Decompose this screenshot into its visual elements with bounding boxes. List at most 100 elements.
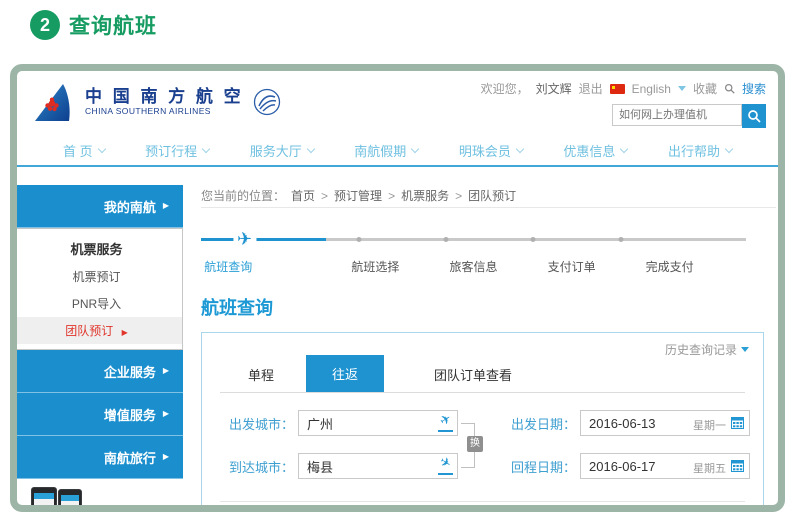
trip-type-tabs: 单程 往返 团队订单查看 bbox=[220, 355, 745, 393]
nav-label: 预订行程 bbox=[145, 141, 197, 160]
breadcrumb-group-booking[interactable]: 团队预订 bbox=[468, 185, 516, 207]
nav-label: 优惠信息 bbox=[563, 141, 615, 160]
plane-takeoff-icon: ✈ bbox=[440, 413, 451, 426]
step-dot bbox=[357, 237, 362, 242]
sidebar-item-corporate[interactable]: 企业服务 ▶ bbox=[17, 350, 183, 393]
breadcrumb-separator: > bbox=[321, 185, 328, 207]
chevron-down-icon bbox=[307, 144, 315, 152]
arrow-right-icon: ▶ bbox=[122, 328, 128, 337]
search-icon bbox=[747, 109, 761, 123]
nav-item-home[interactable]: 首 页 bbox=[63, 141, 105, 160]
tailfin-logo-icon bbox=[31, 81, 77, 123]
chevron-down-icon bbox=[516, 144, 524, 152]
return-date-value: 2016-06-17 bbox=[589, 459, 656, 474]
welcome-text: 欢迎您， bbox=[481, 80, 529, 97]
breadcrumb: 您当前的位置： 首页 > 预订管理 > 机票服务 > 团队预订 bbox=[201, 185, 776, 208]
progress-steps: ✈ 航班查询 航班选择 旅客信息 支付订单 完成支付 bbox=[201, 228, 746, 278]
calendar-icon[interactable] bbox=[731, 417, 744, 429]
sidebar-item-value-added[interactable]: 增值服务 ▶ bbox=[17, 393, 183, 436]
header-utility-area: 欢迎您， 刘文辉 退出 English 收藏 搜索 bbox=[481, 80, 766, 128]
username-link[interactable]: 刘文辉 bbox=[536, 80, 572, 97]
return-date-input[interactable]: 2016-06-17 星期五 bbox=[580, 453, 750, 479]
depart-date-row: 出发日期： 2016-06-13 星期一 bbox=[502, 409, 750, 437]
page-title: 航班查询 bbox=[201, 294, 778, 320]
plane-icon: ✈ bbox=[233, 228, 256, 250]
sidebar-item-label: 南航旅行 bbox=[104, 448, 156, 467]
sidebar-item-my-csair[interactable]: 我的南航 ▶ bbox=[17, 185, 183, 228]
annotation-caption: 2 查询航班 bbox=[30, 10, 157, 40]
main-content: 您当前的位置： 首页 > 预订管理 > 机票服务 > 团队预订 ✈ 航班查询 航… bbox=[183, 185, 778, 512]
return-weekday: 星期五 bbox=[693, 460, 726, 476]
favorites-link[interactable]: 收藏 bbox=[693, 80, 717, 97]
depart-date-input[interactable]: 2016-06-13 星期一 bbox=[580, 410, 750, 436]
nav-label: 出行帮助 bbox=[668, 141, 720, 160]
tab-one-way[interactable]: 单程 bbox=[230, 357, 292, 392]
chevron-down-icon bbox=[97, 144, 105, 152]
sidebar-item-label: 企业服务 bbox=[104, 362, 156, 381]
depart-city-row: 出发城市： ✈ bbox=[220, 409, 458, 437]
logout-link[interactable]: 退出 bbox=[579, 80, 603, 97]
nav-item-pearl-member[interactable]: 明珠会员 bbox=[459, 141, 523, 160]
search-input[interactable] bbox=[612, 104, 742, 126]
search-link[interactable]: 搜索 bbox=[742, 80, 766, 97]
screenshot-frame: 中 国 南 方 航 空 CHINA SOUTHERN AIRLINES 欢迎您，… bbox=[10, 64, 785, 512]
nav-label: 明珠会员 bbox=[459, 141, 511, 160]
language-switch[interactable]: English bbox=[632, 82, 671, 96]
caret-down-icon[interactable] bbox=[678, 86, 686, 91]
form-divider bbox=[220, 501, 745, 502]
breadcrumb-booking-mgmt[interactable]: 预订管理 bbox=[334, 185, 382, 207]
step-dot bbox=[444, 237, 449, 242]
query-form: 出发城市： ✈ 到达城市： bbox=[220, 409, 745, 495]
clipped-input[interactable] bbox=[320, 507, 462, 512]
step-payment-done: 完成支付 bbox=[646, 258, 694, 275]
phone-screen bbox=[34, 493, 54, 512]
nav-item-holidays[interactable]: 南航假期 bbox=[354, 141, 418, 160]
calendar-icon[interactable] bbox=[731, 460, 744, 472]
csair-logo[interactable]: 中 国 南 方 航 空 CHINA SOUTHERN AIRLINES bbox=[31, 81, 282, 123]
chevron-down-icon bbox=[725, 144, 733, 152]
flyout-item-label: 团队预订 bbox=[65, 324, 113, 338]
flyout-item-ticket-booking[interactable]: 机票预订 bbox=[11, 263, 182, 290]
arrive-city-input[interactable] bbox=[298, 453, 458, 479]
sidebar-item-travel[interactable]: 南航旅行 ▶ bbox=[17, 436, 183, 479]
caret-down-icon bbox=[741, 347, 749, 352]
step-number-badge: 2 bbox=[30, 10, 60, 40]
depart-city-input[interactable] bbox=[298, 410, 458, 436]
tab-round-trip[interactable]: 往返 bbox=[306, 355, 384, 392]
nav-item-booking[interactable]: 预订行程 bbox=[145, 141, 209, 160]
sidebar-flyout-menu: 机票服务 机票预订 PNR导入 团队预订 ▶ bbox=[10, 228, 183, 350]
nav-item-travel-help[interactable]: 出行帮助 bbox=[668, 141, 732, 160]
depart-city-wrap: ✈ bbox=[298, 410, 458, 436]
step-flight-select: 航班选择 bbox=[351, 258, 399, 275]
sidebar-item-label: 我的南航 bbox=[104, 197, 156, 216]
nav-item-promotions[interactable]: 优惠信息 bbox=[563, 141, 627, 160]
arrive-city-wrap: ✈ bbox=[298, 453, 458, 479]
breadcrumb-separator: > bbox=[388, 185, 395, 207]
sidebar-item-label: 增值服务 bbox=[104, 405, 156, 424]
search-button[interactable] bbox=[742, 104, 766, 128]
breadcrumb-ticket-service[interactable]: 机票服务 bbox=[401, 185, 449, 207]
swap-cities-button[interactable]: 换 bbox=[467, 436, 483, 452]
flyout-item-pnr-import[interactable]: PNR导入 bbox=[11, 290, 182, 317]
plane-landing-icon: ✈ bbox=[440, 456, 451, 469]
history-query-link[interactable]: 历史查询记录 bbox=[665, 341, 749, 358]
annotation-title: 查询航班 bbox=[69, 10, 157, 40]
search-icon bbox=[724, 83, 735, 94]
step-passenger-info: 旅客信息 bbox=[449, 258, 497, 275]
step-flight-query: 航班查询 bbox=[204, 258, 252, 275]
nav-item-service-hall[interactable]: 服务大厅 bbox=[250, 141, 314, 160]
clipped-input[interactable] bbox=[580, 507, 726, 512]
site-header: 中 国 南 方 航 空 CHINA SOUTHERN AIRLINES 欢迎您，… bbox=[17, 71, 778, 135]
depart-date-value: 2016-06-13 bbox=[589, 416, 656, 431]
utility-bar: 欢迎您， 刘文辉 退出 English 收藏 搜索 bbox=[481, 80, 766, 97]
breadcrumb-home[interactable]: 首页 bbox=[291, 185, 315, 207]
clipped-form-row bbox=[220, 507, 745, 512]
flyout-title: 机票服务 bbox=[11, 234, 182, 263]
app-promo-banner[interactable] bbox=[17, 483, 183, 512]
tab-group-orders[interactable]: 团队订单查看 bbox=[416, 357, 530, 392]
brand-name-en: CHINA SOUTHERN AIRLINES bbox=[85, 107, 244, 117]
main-nav: 首 页 预订行程 服务大厅 南航假期 明珠会员 优惠信息 出行帮助 bbox=[17, 135, 778, 167]
phone-mockup bbox=[58, 489, 82, 512]
flyout-item-group-booking[interactable]: 团队预订 ▶ bbox=[11, 317, 182, 344]
step-dot bbox=[618, 237, 623, 242]
